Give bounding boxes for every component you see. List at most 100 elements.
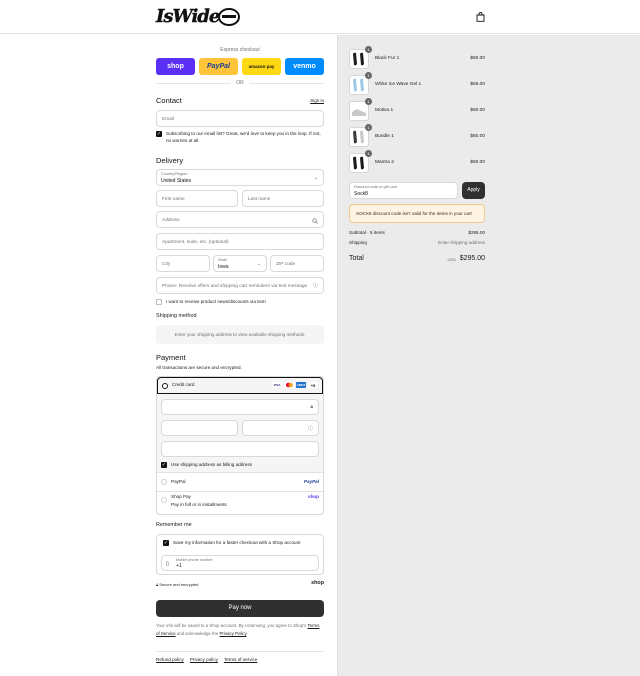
item-name: Motiva 1	[375, 108, 394, 113]
item-name: Black Fur 1	[375, 56, 400, 61]
paypal-button[interactable]: PayPal	[199, 58, 238, 75]
mobile-phone-field[interactable]: ▯ Mobile phone number +1	[161, 555, 319, 571]
first-name-placeholder: First name	[162, 196, 185, 202]
sign-in-link[interactable]: Sign in	[310, 98, 324, 103]
discount-label: Discount code or gift card	[354, 185, 398, 189]
card-number-field[interactable]: 🔒︎	[161, 399, 319, 415]
apply-discount-button[interactable]: Apply	[462, 182, 485, 199]
discount-code-input[interactable]: Discount code or gift card Sock8	[349, 182, 458, 199]
address-placeholder: Address	[162, 217, 180, 223]
amex-icon: AMEX	[296, 382, 306, 388]
shop-pay-radio[interactable]	[161, 497, 167, 503]
expiration-field[interactable]	[161, 420, 238, 436]
save-info-checkbox[interactable]: ✓	[163, 540, 169, 546]
refund-policy-link[interactable]: Refund policy	[156, 657, 184, 662]
security-code-field[interactable]: ⓘ	[242, 420, 319, 436]
payment-methods: Credit card VISA AMEX +5 🔒︎ ⓘ ✓ Use ship…	[156, 376, 324, 515]
shipping-label: Shipping	[349, 240, 367, 245]
subtotal-value: $295.00	[468, 230, 485, 235]
site-header: IsWide	[0, 0, 640, 34]
or-divider: OR	[156, 80, 324, 86]
phone-field[interactable]: Phone- Receive offers and shipping cart …	[156, 277, 324, 294]
legal-end: .	[246, 630, 248, 636]
billing-same-checkbox[interactable]: ✓	[161, 462, 167, 468]
legal-middle: and acknowledge the	[176, 630, 219, 636]
lock-icon: 🔒︎	[310, 404, 313, 410]
privacy-policy-link[interactable]: Privacy policy	[190, 657, 218, 662]
address-field[interactable]: Address	[156, 211, 324, 228]
item-name: Mantra 2	[375, 160, 394, 165]
more-cards-badge: +5	[308, 382, 318, 388]
venmo-button[interactable]: venmo	[285, 58, 324, 75]
zip-placeholder: ZIP code	[276, 261, 296, 267]
total-row: Total $295.00 USD	[349, 255, 485, 267]
contact-heading: Contact	[156, 96, 182, 105]
first-name-field[interactable]: First name	[156, 190, 238, 207]
payment-subtitle: All transactions are secure and encrypte…	[156, 365, 242, 370]
subtotal-label: Subtotal · 5 items	[349, 230, 385, 235]
store-logo[interactable]: IsWide	[156, 5, 246, 29]
state-value: Iowa	[218, 264, 229, 270]
last-name-field[interactable]: Last name	[242, 190, 324, 207]
apartment-field[interactable]: Apartment, suite, etc. (optional)	[156, 233, 324, 250]
name-on-card-field[interactable]	[161, 441, 319, 457]
total-value: $295.00	[459, 255, 485, 262]
billing-same-text: Use shipping address as billing address	[171, 462, 252, 467]
country-select[interactable]: Country/Region United States ⌄	[156, 169, 324, 186]
terms-of-service-link[interactable]: Terms of service	[224, 657, 257, 662]
credit-card-radio[interactable]	[162, 382, 168, 389]
save-info-text: Save my information for a faster checkou…	[173, 540, 301, 545]
shipping-value: Enter shipping address	[438, 240, 485, 245]
chevron-down-icon: ⌄	[313, 175, 318, 181]
mobile-phone-label: Mobile phone number	[176, 558, 213, 562]
legal-text: Your info will be saved to a Shop accoun…	[156, 622, 324, 637]
last-name-placeholder: Last name	[248, 196, 271, 202]
visa-icon: VISA	[272, 382, 282, 388]
country-label: Country/Region	[161, 172, 188, 176]
pay-now-button[interactable]: Pay now	[156, 600, 324, 617]
secure-label: Secure and encrypted	[159, 582, 199, 587]
shop-pay-button[interactable]: shop	[156, 58, 195, 75]
shipping-row: Shipping Enter shipping address	[349, 240, 485, 248]
shop-logo: shop	[308, 494, 319, 499]
quantity-badge: 1	[365, 46, 372, 53]
apartment-placeholder: Apartment, suite, etc. (optional)	[162, 239, 229, 245]
shop-logo: shop	[311, 580, 324, 586]
total-currency: USD	[447, 257, 456, 262]
item-name: Bundle 1	[375, 134, 394, 139]
shopping-bag-icon[interactable]	[476, 12, 485, 22]
payment-heading: Payment	[156, 353, 186, 362]
amazon-pay-button[interactable]: amazon pay	[242, 58, 281, 75]
phone-placeholder: Phone- Receive offers and shipping cart …	[162, 283, 308, 289]
mastercard-icon	[284, 382, 294, 388]
help-icon[interactable]: ⓘ	[308, 425, 313, 432]
item-price: $60.00	[470, 108, 485, 113]
remember-me-box: ✓ Save my information for a faster check…	[156, 534, 324, 575]
item-price: $65.00	[470, 82, 485, 87]
city-field[interactable]: City	[156, 255, 210, 272]
mobile-phone-value: +1	[176, 563, 182, 569]
item-price: $60.00	[470, 56, 485, 61]
help-icon[interactable]: ⓘ	[313, 282, 318, 289]
cart-item: 1 Motiva 1 $60.00	[349, 98, 485, 123]
subtotal-row: Subtotal · 5 items $295.00	[349, 230, 485, 238]
chevron-down-icon: ⌄	[256, 261, 261, 267]
card-brands: VISA AMEX +5	[272, 382, 318, 388]
zip-field[interactable]: ZIP code	[270, 255, 324, 272]
discount-value: Sock8	[354, 191, 368, 197]
remember-me-heading: Remember me	[156, 522, 192, 528]
state-select[interactable]: State Iowa ⌄	[213, 255, 267, 272]
shop-pay-label: Shop Pay	[171, 494, 191, 499]
quantity-badge: 1	[365, 124, 372, 131]
legal-line: Your info will be saved to a Shop accoun…	[156, 623, 307, 628]
subscribe-checkbox[interactable]: ✓	[156, 131, 162, 137]
news-text: I want to receive product news/discounts…	[166, 299, 266, 304]
express-checkout-buttons: shop PayPal amazon pay venmo	[156, 58, 324, 75]
credit-card-option[interactable]: Credit card VISA AMEX +5	[157, 377, 323, 394]
email-field[interactable]: Email	[156, 110, 324, 127]
quantity-badge: 1	[365, 72, 372, 79]
paypal-radio[interactable]	[161, 479, 167, 485]
privacy-link[interactable]: Privacy Policy	[220, 631, 247, 636]
cart-item: 1 Bundle 1 $60.00	[349, 124, 485, 149]
news-checkbox[interactable]	[156, 299, 162, 305]
